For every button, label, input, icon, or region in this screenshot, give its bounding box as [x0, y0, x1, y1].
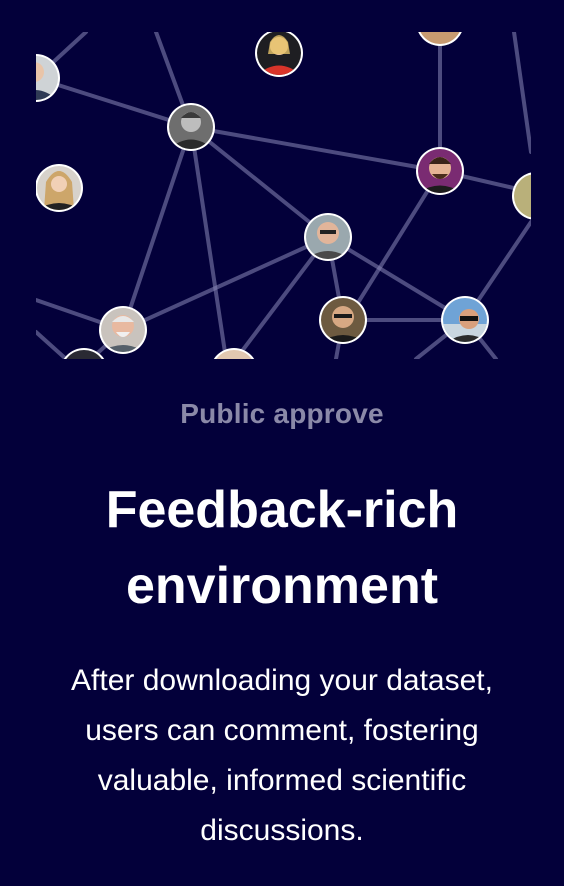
user-avatar	[304, 213, 352, 261]
network-graph	[36, 32, 531, 359]
user-avatar	[167, 103, 215, 151]
user-avatar	[255, 32, 303, 77]
section-eyebrow: Public approve	[180, 398, 384, 429]
user-avatar	[213, 348, 255, 359]
user-avatar	[512, 172, 531, 220]
section-description: After downloading your dataset, users ca…	[71, 664, 493, 847]
section-heading: Feedback-rich environment	[105, 481, 459, 615]
user-avatar	[441, 296, 489, 344]
user-network-illustration	[36, 32, 531, 359]
user-avatar	[36, 164, 83, 212]
user-avatar	[99, 306, 147, 354]
user-avatar	[416, 147, 464, 195]
user-avatar	[418, 32, 462, 46]
user-avatar	[319, 296, 367, 344]
